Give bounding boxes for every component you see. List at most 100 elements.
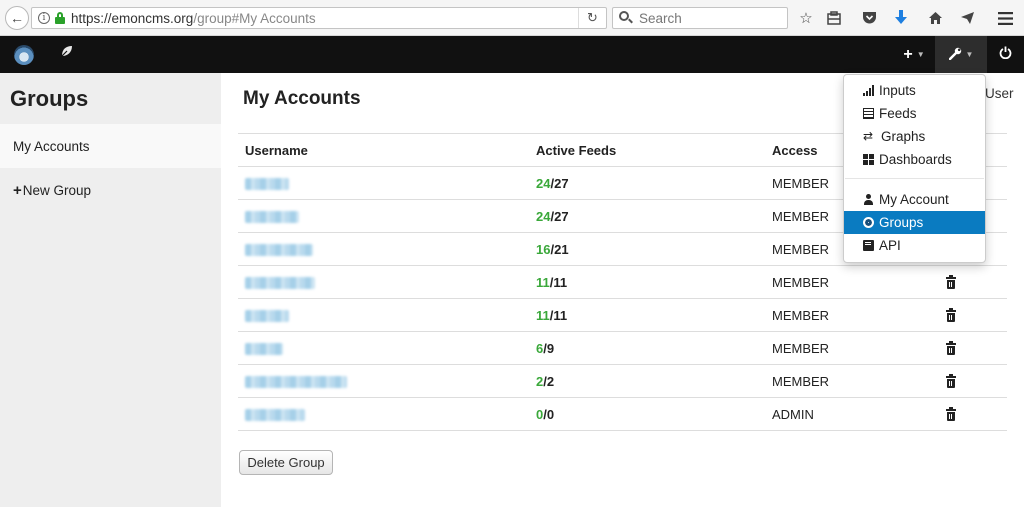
active-feed-count: 24 <box>536 209 551 224</box>
total-feed-count: 9 <box>546 341 555 356</box>
total-feed-count: 0 <box>546 407 555 422</box>
active-feeds-cell: 16/21 <box>536 233 569 266</box>
wrench-icon <box>948 47 962 63</box>
book-icon <box>863 240 874 251</box>
remove-member-button[interactable] <box>946 266 956 299</box>
groups-sidebar: Groups My Accounts + New Group <box>0 73 221 507</box>
send-tab-icon[interactable] <box>958 9 976 27</box>
table-row: 2/2 MEMBER <box>238 364 1007 397</box>
table-row: 11/11 MEMBER <box>238 265 1007 298</box>
menu-item-dashboards[interactable]: Dashboards <box>844 148 985 171</box>
caret-down-icon: ▼ <box>916 50 925 59</box>
menu-item-inputs[interactable]: Inputs <box>844 79 985 102</box>
back-button[interactable]: ← <box>5 6 29 30</box>
username-link[interactable] <box>245 266 315 299</box>
caret-down-icon: ▼ <box>965 50 974 59</box>
active-feeds-cell: 11/11 <box>536 299 567 332</box>
username-link[interactable] <box>245 398 305 431</box>
active-feeds-cell: 0/0 <box>536 398 554 431</box>
plus-icon: + <box>903 45 913 63</box>
remove-member-button[interactable] <box>946 332 956 365</box>
redacted-username <box>245 177 289 190</box>
menu-item-groups[interactable]: Groups <box>844 211 985 234</box>
delete-group-button[interactable]: Delete Group <box>239 450 333 475</box>
browser-toolbar: ← i https://emoncms.org/group#My Account… <box>0 0 1024 36</box>
total-feed-count: 27 <box>554 209 569 224</box>
signal-icon <box>863 85 874 96</box>
grid-icon <box>863 154 874 165</box>
active-feed-count: 16 <box>536 242 551 257</box>
column-header-access: Access <box>772 143 818 158</box>
logout-button[interactable] <box>990 36 1020 73</box>
emoncms-logo-icon[interactable] <box>14 45 34 65</box>
total-feed-count: 21 <box>554 242 569 257</box>
leaf-icon[interactable] <box>60 45 74 59</box>
pocket-icon[interactable] <box>860 9 878 27</box>
username-link[interactable] <box>245 299 289 332</box>
sidebar-item-new-group[interactable]: + New Group <box>0 168 221 212</box>
redacted-username <box>245 309 289 322</box>
info-icon[interactable]: i <box>38 12 50 24</box>
setup-menu-button[interactable]: ▼ <box>935 36 987 73</box>
table-row: 6/9 MEMBER <box>238 331 1007 364</box>
menu-item-label: Inputs <box>879 83 916 98</box>
access-cell: MEMBER <box>772 275 830 290</box>
active-feed-count: 11 <box>536 308 550 323</box>
plus-icon: + <box>13 181 22 199</box>
globe-icon <box>863 217 874 228</box>
username-link[interactable] <box>245 332 283 365</box>
remove-member-button[interactable] <box>946 398 956 431</box>
setup-dropdown-menu: Inputs Feeds ⇄ Graphs Dashboards My Acco… <box>843 74 986 263</box>
menu-item-api[interactable]: API <box>844 234 985 257</box>
reload-icon[interactable]: ↻ <box>578 8 606 28</box>
username-link[interactable] <box>245 233 313 266</box>
bookmark-star-icon[interactable]: ☆ <box>797 9 815 27</box>
remove-member-button[interactable] <box>946 299 956 332</box>
sidebar-item-my-accounts[interactable]: My Accounts <box>0 124 221 168</box>
active-feeds-cell: 11/11 <box>536 266 567 299</box>
username-link[interactable] <box>245 167 289 200</box>
column-header-username: Username <box>245 143 308 158</box>
total-feed-count: 27 <box>554 176 569 191</box>
menu-item-label: Feeds <box>879 106 917 121</box>
menu-item-label: Graphs <box>881 129 926 144</box>
url-host: https://emoncms.org <box>71 10 194 26</box>
home-icon[interactable] <box>926 9 944 27</box>
total-feed-count: 2 <box>546 374 555 389</box>
address-bar[interactable]: i https://emoncms.org/group#My Accounts … <box>31 7 607 29</box>
redacted-username <box>245 243 313 256</box>
add-menu-button[interactable]: + ▼ <box>896 36 932 73</box>
menu-item-label: API <box>879 238 901 253</box>
reading-list-icon[interactable] <box>825 9 843 27</box>
retweet-icon: ⇄ <box>863 129 874 143</box>
lock-icon <box>55 12 65 24</box>
url-text[interactable]: https://emoncms.org/group#My Accounts <box>71 11 316 26</box>
hamburger-menu-icon[interactable] <box>996 9 1014 27</box>
trash-icon <box>946 373 956 388</box>
trash-icon <box>946 406 956 421</box>
active-feed-count: 2 <box>536 374 544 389</box>
menu-item-feeds[interactable]: Feeds <box>844 102 985 125</box>
menu-item-label: Groups <box>879 215 924 230</box>
menu-item-graphs[interactable]: ⇄ Graphs <box>844 125 985 148</box>
column-header-active-feeds: Active Feeds <box>536 143 617 158</box>
menu-item-label: Dashboards <box>879 152 952 167</box>
username-link[interactable] <box>245 365 347 398</box>
list-icon <box>863 108 874 119</box>
total-feed-count: 11 <box>553 275 568 290</box>
user-link[interactable]: User <box>985 86 1014 101</box>
table-row: 11/11 MEMBER <box>238 298 1007 331</box>
active-feed-count: 11 <box>536 275 550 290</box>
menu-item-my-account[interactable]: My Account <box>844 188 985 211</box>
remove-member-button[interactable] <box>946 365 956 398</box>
power-icon <box>999 46 1012 63</box>
search-input[interactable] <box>639 10 779 26</box>
search-bar[interactable] <box>612 7 788 29</box>
download-icon[interactable] <box>892 9 910 27</box>
active-feed-count: 24 <box>536 176 551 191</box>
trash-icon <box>946 340 956 355</box>
active-feed-count: 0 <box>536 407 544 422</box>
username-link[interactable] <box>245 200 299 233</box>
sidebar-item-label: New Group <box>22 182 92 198</box>
access-cell: ADMIN <box>772 407 814 422</box>
